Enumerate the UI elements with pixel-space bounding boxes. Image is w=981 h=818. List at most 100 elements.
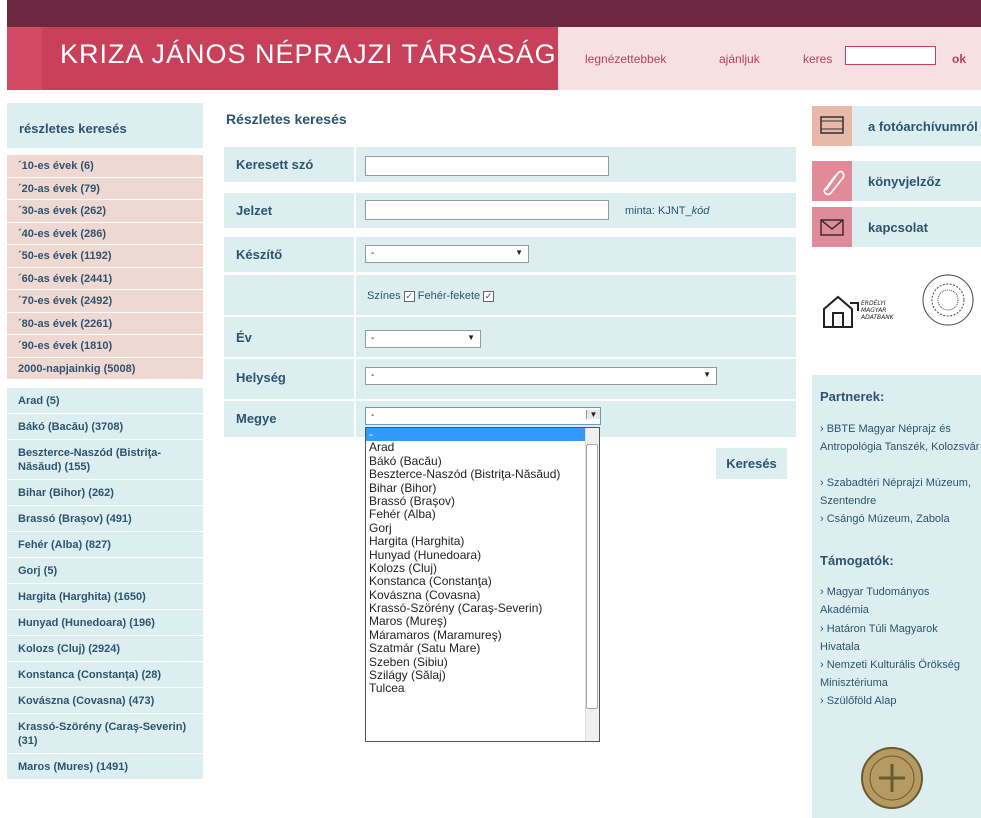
- county-item[interactable]: Arad (5): [7, 387, 203, 413]
- label-helyseg: Helység: [236, 370, 286, 385]
- supporter-link[interactable]: › Magyar Tudományos Akadémia: [820, 583, 980, 619]
- jelzet-hint: minta: KJNT_kód: [625, 205, 709, 217]
- row-separator: [354, 359, 356, 399]
- szulofold-coin-logo[interactable]: [857, 740, 927, 815]
- dropdown-option[interactable]: -: [366, 428, 599, 442]
- dropdown-option[interactable]: Brassó (Braşov): [366, 494, 599, 508]
- paperclip-icon: [812, 161, 852, 201]
- film-icon: [812, 106, 852, 146]
- supporter-link[interactable]: › Szülőföld Alap: [820, 692, 980, 710]
- bookmark-label: könyvjelzőz: [868, 174, 941, 189]
- dropdown-option[interactable]: Tulcea: [366, 682, 599, 695]
- row-separator: [354, 193, 356, 228]
- county-item[interactable]: Kolozs (Cluj) (2924): [7, 635, 203, 661]
- kriza-seal-logo[interactable]: [921, 273, 976, 328]
- partner-link[interactable]: › Szabadtéri Néprajzi Múzeum, Szentendre: [820, 474, 980, 510]
- county-item[interactable]: Gorj (5): [7, 557, 203, 583]
- decade-item[interactable]: ´80-as évek (2261): [7, 311, 203, 334]
- dropdown-option[interactable]: Hunyad (Hunedoara): [366, 548, 599, 562]
- about-archive-label: a fotóarchívumról: [868, 119, 978, 134]
- partner-link[interactable]: › Csángó Múzeum, Zabola: [820, 510, 980, 528]
- hint-italic: kód: [691, 205, 710, 217]
- header-search-input[interactable]: [845, 46, 936, 65]
- feher-fekete-label: Fehér-fekete: [417, 290, 481, 302]
- chevron-down-icon: ▼: [703, 370, 711, 379]
- bookmark-button[interactable]: könyvjelzőz: [812, 161, 981, 201]
- ev-select[interactable]: - ▼: [365, 330, 481, 348]
- county-item[interactable]: Hargita (Harghita) (1650): [7, 583, 203, 609]
- helyseg-select[interactable]: - ▼: [365, 367, 717, 385]
- row-separator: [354, 275, 356, 315]
- dropdown-option[interactable]: Máramaros (Maramureş): [366, 628, 599, 642]
- decade-item[interactable]: ´10-es évek (6): [7, 154, 203, 177]
- feher-fekete-checkbox[interactable]: ✓: [483, 290, 495, 302]
- dropdown-option[interactable]: [366, 709, 599, 722]
- chevron-down-icon: ▼: [467, 333, 475, 342]
- dropdown-scrollbar[interactable]: [585, 428, 599, 741]
- partner-logos: ERDÉLYI MAGYAR ADATBANK: [820, 274, 980, 334]
- dropdown-option[interactable]: Krassó-Szörény (Caraş-Severin): [366, 601, 599, 615]
- dropdown-option[interactable]: Konstanca (Constanţa): [366, 575, 599, 588]
- row-separator: [354, 147, 356, 182]
- decade-item[interactable]: 2000-napjainkig (5008): [7, 356, 203, 379]
- megye-select[interactable]: - ▼: [365, 407, 601, 425]
- dropdown-option[interactable]: Szatmár (Satu Mare): [366, 642, 599, 655]
- dropdown-option[interactable]: Gorj: [366, 521, 599, 535]
- county-item[interactable]: Bihar (Bihor) (262): [7, 479, 203, 505]
- decade-item[interactable]: ´20-as évek (79): [7, 176, 203, 199]
- dropdown-option[interactable]: Szeben (Sibiu): [366, 655, 599, 669]
- county-item[interactable]: Kovászna (Covasna) (473): [7, 687, 203, 713]
- nav-ajanljuk[interactable]: ajánljuk: [719, 52, 760, 66]
- search-button[interactable]: Keresés: [716, 448, 787, 479]
- contact-button[interactable]: kapcsolat: [812, 207, 981, 247]
- dropdown-option[interactable]: Arad: [366, 441, 599, 454]
- county-item[interactable]: Konstanca (Constanţa) (28): [7, 661, 203, 687]
- nav-keres[interactable]: keres: [803, 52, 832, 66]
- dropdown-option[interactable]: [366, 696, 599, 709]
- ev-value: -: [371, 333, 375, 344]
- county-item[interactable]: Maros (Mures) (1491): [7, 753, 203, 779]
- dropdown-option[interactable]: Maros (Mureş): [366, 615, 599, 628]
- dropdown-option[interactable]: Kovászna (Covasna): [366, 588, 599, 602]
- dropdown-option[interactable]: Bihar (Bihor): [366, 481, 599, 495]
- ok-button[interactable]: ok: [952, 52, 966, 66]
- county-item[interactable]: Krassó-Szörény (Caraş-Severin) (31): [7, 713, 203, 753]
- decade-item[interactable]: ´30-as évek (262): [7, 199, 203, 222]
- county-item[interactable]: Hunyad (Hunedoara) (196): [7, 609, 203, 635]
- supporter-link[interactable]: › Nemzeti Kulturális Örökség Minisztériu…: [820, 656, 980, 692]
- label-keszito: Készítő: [236, 247, 283, 262]
- decade-item[interactable]: ´60-as évek (2441): [7, 266, 203, 289]
- row-separator: [354, 237, 356, 272]
- partners-panel: Partnerek: › BBTE Magyar Néprajz és Antr…: [812, 375, 981, 818]
- partner-link[interactable]: › BBTE Magyar Néprajz és Antropológia Ta…: [820, 420, 980, 456]
- dropdown-option[interactable]: Beszterce-Naszód (Bistriţa-Năsăud): [366, 467, 599, 481]
- supporter-link[interactable]: › Határon Túli Magyarok Hivatala: [820, 620, 980, 656]
- county-item[interactable]: Brassó (Braşov) (491): [7, 505, 203, 531]
- dropdown-option[interactable]: Bákó (Bacău): [366, 454, 599, 468]
- county-item[interactable]: Bákó (Bacău) (3708): [7, 413, 203, 439]
- county-list: Arad (5) Bákó (Bacău) (3708) Beszterce-N…: [7, 387, 203, 779]
- decade-item[interactable]: ´90-es évek (1810): [7, 334, 203, 357]
- keszito-select[interactable]: - ▼: [365, 245, 529, 263]
- nav-legnezettebbek[interactable]: legnézettebbek: [585, 52, 666, 66]
- dropdown-option[interactable]: Hargita (Harghita): [366, 534, 599, 548]
- decade-list: ´10-es évek (6) ´20-as évek (79) ´30-as …: [7, 154, 203, 379]
- dropdown-option[interactable]: Kolozs (Cluj): [366, 561, 599, 575]
- label-jelzet: Jelzet: [236, 203, 273, 218]
- szines-checkbox[interactable]: ✓: [403, 290, 415, 302]
- dropdown-option[interactable]: Fehér (Alba): [366, 508, 599, 521]
- about-archive-button[interactable]: a fotóarchívumról: [812, 106, 981, 146]
- scrollbar-thumb[interactable]: [586, 444, 598, 709]
- dropdown-option[interactable]: Szilágy (Sălaj): [366, 668, 599, 682]
- decade-item[interactable]: ´40-es évek (286): [7, 221, 203, 244]
- county-item[interactable]: Fehér (Alba) (827): [7, 531, 203, 557]
- jelzet-input[interactable]: [365, 200, 609, 220]
- megye-dropdown-list: - Arad Bákó (Bacău) Beszterce-Naszód (Bi…: [365, 427, 600, 742]
- decade-item[interactable]: ´70-es évek (2492): [7, 289, 203, 312]
- label-ev: Év: [236, 330, 252, 345]
- county-item[interactable]: Beszterce-Naszód (Bistriţa-Năsăud) (155): [7, 439, 203, 479]
- keresett-szo-input[interactable]: [365, 156, 609, 176]
- decade-item[interactable]: ´50-es évek (1192): [7, 244, 203, 267]
- site-header: KRIZA JÁNOS NÉPRAJZI TÁRSASÁG KÉPTÁRA le…: [7, 27, 981, 90]
- svg-text:ERDÉLYI: ERDÉLYI: [861, 299, 886, 307]
